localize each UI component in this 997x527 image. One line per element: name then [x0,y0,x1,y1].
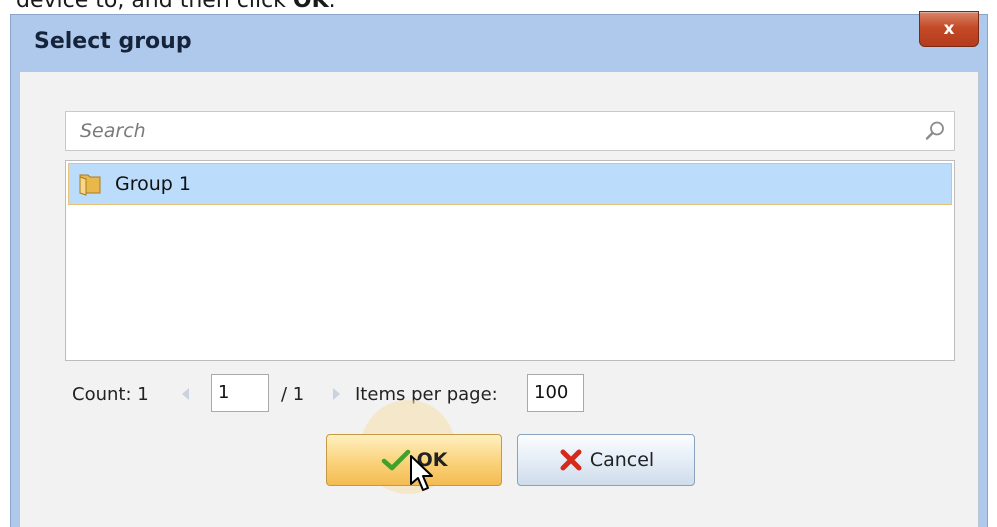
cancel-button[interactable]: Cancel [517,434,695,486]
dialog-content: Group 1 Count: 1 1 / 1 Items per page: 1… [19,71,979,527]
items-per-page-label: Items per page: [355,384,498,405]
cancel-button-label: Cancel [589,449,655,471]
dialog-title: Select group [34,29,192,54]
list-item-label: Group 1 [115,173,191,195]
items-per-page-input[interactable]: 100 [527,374,584,412]
group-list: Group 1 [65,160,955,361]
instruction-text: device to, and then click OK. [16,0,336,13]
count-label: Count: 1 [72,384,149,405]
select-group-dialog: Select group x Group 1 Count: 1 [10,11,988,527]
search-input[interactable] [66,112,916,150]
close-icon: x [943,18,955,39]
search-box [65,111,955,151]
next-page-icon[interactable] [332,387,342,401]
total-pages-label: / 1 [281,384,305,405]
page-number-input[interactable]: 1 [211,374,269,412]
ok-button-label: OK [416,449,448,471]
close-button[interactable]: x [919,11,979,47]
previous-page-icon[interactable] [180,387,190,401]
ok-button[interactable]: OK [326,434,502,486]
list-item-group-1[interactable]: Group 1 [68,163,952,205]
pagination-bar: Count: 1 1 / 1 Items per page: 100 [72,374,978,414]
folder-icon [79,174,101,196]
red-x-icon [560,449,582,471]
checkmark-icon [381,449,410,471]
search-icon[interactable] [924,120,946,142]
title-bar: Select group x [11,11,987,71]
